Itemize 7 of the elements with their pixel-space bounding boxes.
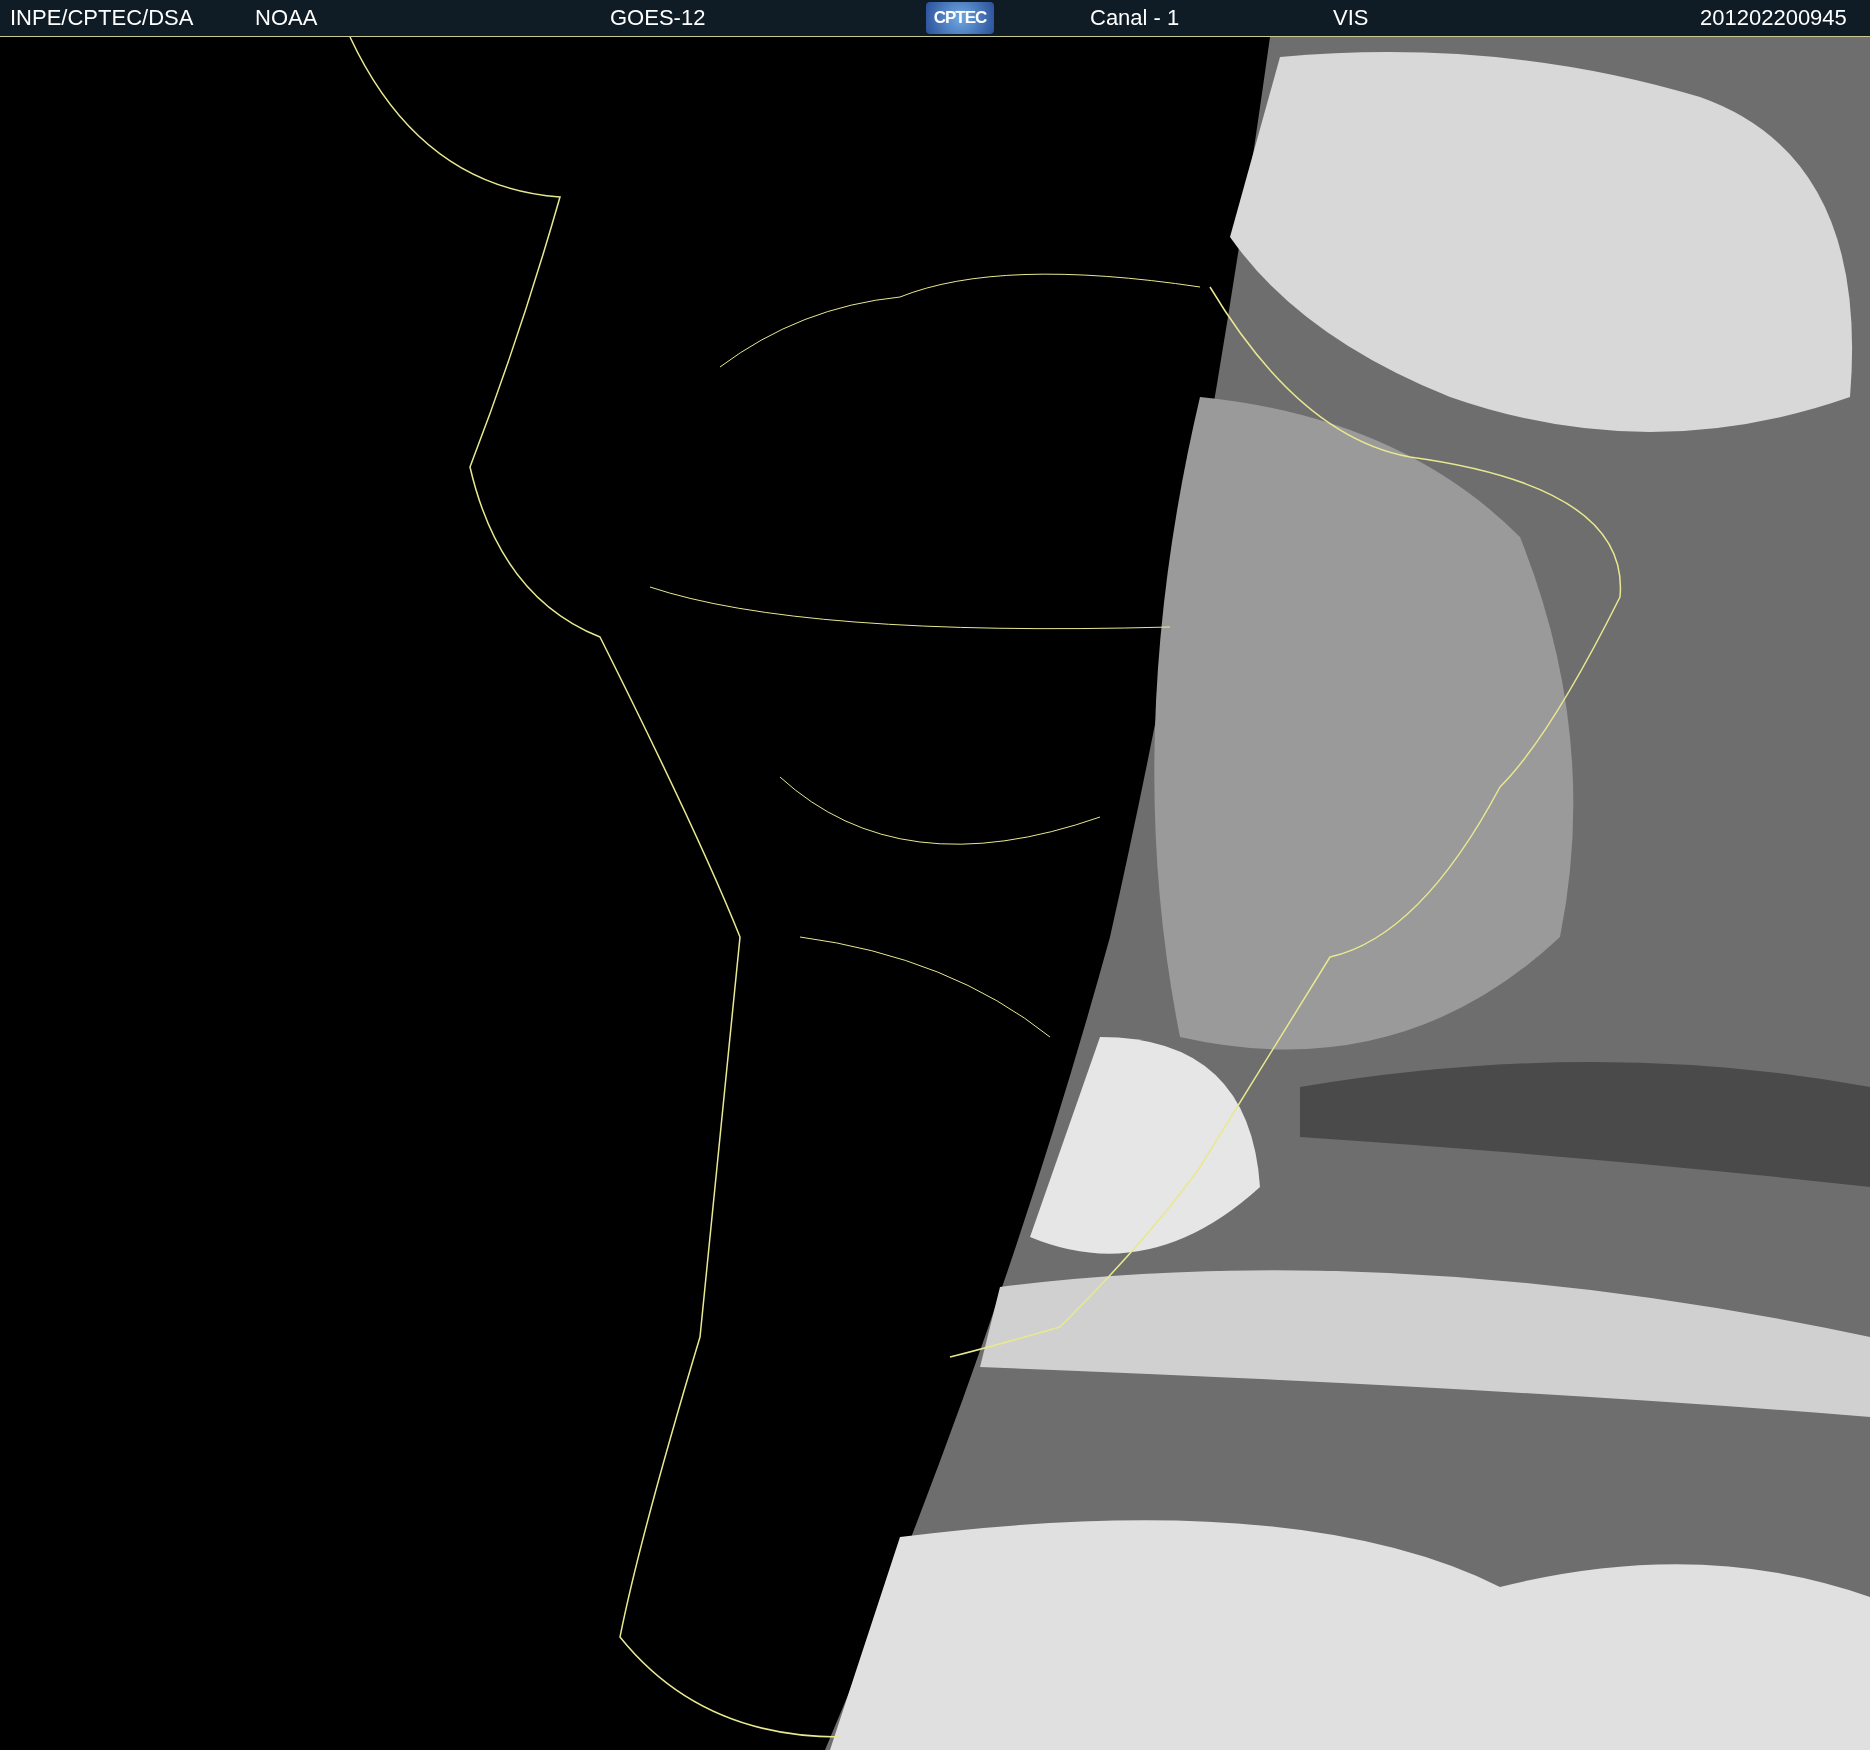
header-label: Canal - 1 — [1090, 5, 1181, 31]
header-label: INPE/CPTEC/DSA — [10, 5, 195, 31]
logo: CPTEC — [926, 2, 994, 34]
header-label: VIS — [1333, 5, 1370, 31]
header-label: NOAA — [255, 5, 319, 31]
header-label: 201202200945 — [1700, 5, 1848, 31]
header-label: GOES-12 — [610, 5, 707, 31]
